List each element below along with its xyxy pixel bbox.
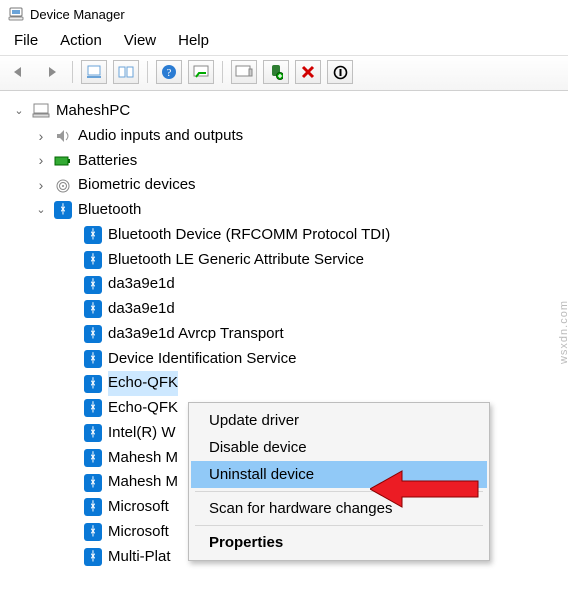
menu-separator: [195, 491, 483, 492]
show-hidden-button[interactable]: [81, 60, 107, 84]
bt-item-label: Multi-Plat: [108, 545, 171, 570]
watermark: wsxdn.com: [558, 300, 568, 364]
battery-icon: [54, 152, 72, 170]
toolbar: ?: [0, 55, 568, 91]
bluetooth-icon: ᚼ: [84, 325, 102, 343]
chevron-right-icon[interactable]: [34, 129, 48, 143]
forward-button[interactable]: [38, 60, 64, 84]
disable-device-button[interactable]: [327, 60, 353, 84]
help-button[interactable]: ?: [156, 60, 182, 84]
bluetooth-icon: ᚼ: [84, 498, 102, 516]
bluetooth-icon: ᚼ: [84, 523, 102, 541]
bt-item[interactable]: ᚼ Device Identification Service: [6, 347, 568, 372]
bt-item-label: Bluetooth LE Generic Attribute Service: [108, 248, 364, 273]
bluetooth-icon: ᚼ: [84, 226, 102, 244]
toolbar-separator: [72, 61, 73, 83]
menu-view[interactable]: View: [124, 32, 156, 49]
bt-item-label: da3a9e1d: [108, 297, 175, 322]
bt-item-label: Microsoft: [108, 495, 169, 520]
cat-bluetooth-label: Bluetooth: [78, 198, 141, 223]
bluetooth-icon: ᚼ: [84, 276, 102, 294]
bluetooth-icon: ᚼ: [84, 548, 102, 566]
bt-item-label: Mahesh M: [108, 446, 178, 471]
enable-device-button[interactable]: [263, 60, 289, 84]
back-button[interactable]: [6, 60, 32, 84]
ctx-update-driver[interactable]: Update driver: [191, 407, 487, 434]
chevron-down-icon[interactable]: [12, 104, 26, 118]
menu-action[interactable]: Action: [60, 32, 102, 49]
ctx-uninstall-device[interactable]: Uninstall device: [191, 461, 487, 488]
cat-audio-label: Audio inputs and outputs: [78, 124, 243, 149]
bluetooth-icon: ᚼ: [84, 251, 102, 269]
bluetooth-icon: ᚼ: [84, 449, 102, 467]
bluetooth-icon: ᚼ: [84, 300, 102, 318]
bluetooth-icon: ᚼ: [84, 375, 102, 393]
chevron-down-icon[interactable]: [34, 203, 48, 217]
device-manager-icon: [8, 6, 24, 22]
window-title: Device Manager: [30, 7, 125, 22]
cat-biometric-label: Biometric devices: [78, 173, 196, 198]
scan-hardware-button[interactable]: [188, 60, 214, 84]
bluetooth-icon: ᚼ: [84, 474, 102, 492]
title-bar: Device Manager: [0, 0, 568, 28]
bt-item-label: da3a9e1d: [108, 272, 175, 297]
chevron-right-icon[interactable]: [34, 154, 48, 168]
toolbar-separator-2: [147, 61, 148, 83]
chevron-right-icon[interactable]: [34, 179, 48, 193]
bluetooth-icon: ᚼ: [84, 350, 102, 368]
cat-batteries-label: Batteries: [78, 149, 137, 174]
context-menu: Update driver Disable device Uninstall d…: [188, 402, 490, 561]
bluetooth-icon: ᚼ: [84, 424, 102, 442]
cat-batteries[interactable]: Batteries: [6, 149, 568, 174]
menu-bar: File Action View Help: [0, 28, 568, 55]
ctx-disable-device[interactable]: Disable device: [191, 434, 487, 461]
bt-item-label: Microsoft: [108, 520, 169, 545]
bt-item-label: Echo-QFK: [108, 371, 178, 396]
bt-item-label: Intel(R) W: [108, 421, 176, 446]
uninstall-device-button[interactable]: [295, 60, 321, 84]
cat-bluetooth[interactable]: ᚼ Bluetooth: [6, 198, 568, 223]
bt-item-label: Mahesh M: [108, 470, 178, 495]
speaker-icon: [54, 127, 72, 145]
bt-item-selected[interactable]: ᚼ Echo-QFK: [6, 371, 568, 396]
ctx-properties[interactable]: Properties: [191, 529, 487, 556]
bt-item[interactable]: ᚼ Bluetooth LE Generic Attribute Service: [6, 248, 568, 273]
bt-item-label: da3a9e1d Avrcp Transport: [108, 322, 284, 347]
menu-file[interactable]: File: [14, 32, 38, 49]
ctx-scan-hardware[interactable]: Scan for hardware changes: [191, 495, 487, 522]
fingerprint-icon: [54, 177, 72, 195]
bt-item[interactable]: ᚼ da3a9e1d: [6, 272, 568, 297]
update-driver-button[interactable]: [231, 60, 257, 84]
bluetooth-icon: ᚼ: [54, 201, 72, 219]
cat-audio[interactable]: Audio inputs and outputs: [6, 124, 568, 149]
bluetooth-icon: ᚼ: [84, 399, 102, 417]
menu-help[interactable]: Help: [178, 32, 209, 49]
bt-item-label: Echo-QFK: [108, 396, 178, 421]
root-label: MaheshPC: [56, 99, 130, 124]
cat-biometric[interactable]: Biometric devices: [6, 173, 568, 198]
menu-separator: [195, 525, 483, 526]
tree-root[interactable]: MaheshPC: [6, 99, 568, 124]
toolbar-separator-3: [222, 61, 223, 83]
bt-item-label: Bluetooth Device (RFCOMM Protocol TDI): [108, 223, 390, 248]
device-by-connection-button[interactable]: [113, 60, 139, 84]
computer-icon: [32, 102, 50, 120]
bt-item[interactable]: ᚼ da3a9e1d: [6, 297, 568, 322]
bt-item[interactable]: ᚼ da3a9e1d Avrcp Transport: [6, 322, 568, 347]
svg-text:?: ?: [167, 67, 172, 79]
bt-item[interactable]: ᚼ Bluetooth Device (RFCOMM Protocol TDI): [6, 223, 568, 248]
bt-item-label: Device Identification Service: [108, 347, 296, 372]
